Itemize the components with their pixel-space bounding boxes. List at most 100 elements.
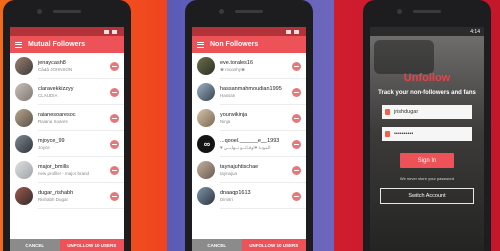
unfollow-button[interactable] (110, 139, 119, 149)
unfollow-button[interactable] (110, 113, 119, 123)
speaker-grille (53, 10, 81, 13)
avatar (15, 135, 33, 153)
list-item[interactable]: dugar_rishabh Rishabh Dugar (10, 183, 124, 209)
app-bar: Mutual Followers (10, 36, 124, 53)
list-item[interactable]: hassanmahmoudian1995 Hassan (192, 79, 306, 105)
unfollow-button[interactable] (110, 191, 119, 201)
avatar (197, 57, 215, 75)
full-name: Ninja (220, 119, 231, 124)
unfollow-all-button[interactable]: UNFOLLOW 10 USERS (59, 239, 124, 251)
phone-frame-non-followers: Non Followers eve.torales16 ♚ mooshy♚ ha… (185, 0, 313, 251)
battery-icon (294, 29, 299, 34)
minus-icon (294, 169, 299, 171)
switch-account-button[interactable]: Switch Account (380, 188, 474, 204)
hamburger-menu-icon[interactable] (15, 41, 22, 48)
password-field[interactable]: •••••••••• (382, 127, 472, 141)
minus-icon (112, 117, 117, 119)
username: dugar_rishabh (38, 190, 74, 196)
username: taynajuhtischae (220, 164, 259, 170)
divider (38, 208, 124, 209)
user-info: claravekkizzyy CLAUDIA (38, 86, 110, 98)
unfollow-button[interactable] (292, 191, 301, 201)
full-name: ♥ ألمودة ♥اوقـاتــو بــهايــي (220, 144, 271, 150)
list-item[interactable]: eve.torales16 ♚ mooshy♚ (192, 53, 306, 79)
speaker-grille (235, 10, 263, 13)
username: ...qooel.______e__1993 (220, 137, 280, 144)
username-field[interactable]: jrishdugar (382, 105, 472, 119)
user-info: ...qooel.______e__1993 ♥ ألمودة ♥اوقـاتـ… (220, 138, 292, 151)
status-bar (192, 27, 306, 36)
unfollow-button[interactable] (292, 61, 301, 71)
username-value: jrishdugar (394, 109, 419, 115)
app-logo-text: Unfollow (403, 72, 451, 84)
unfollow-button[interactable] (110, 61, 119, 71)
list-item[interactable]: claravekkizzyy CLAUDIA (10, 79, 124, 105)
avatar (15, 83, 33, 101)
user-info: dugar_rishabh Rishabh Dugar (38, 190, 110, 202)
avatar (15, 187, 33, 205)
privacy-note: We never store your password (399, 176, 455, 181)
status-time: 4:14 (470, 28, 480, 35)
minus-icon (294, 143, 299, 145)
screen-non-followers: Non Followers eve.torales16 ♚ mooshy♚ ha… (192, 27, 306, 251)
cancel-button[interactable]: CANCEL (192, 239, 242, 251)
user-info: dnaaqp1613 Dimitri (220, 190, 292, 202)
signal-icon (104, 29, 109, 34)
unfollow-all-button[interactable]: UNFOLLOW 10 USERS (241, 239, 306, 251)
minus-icon (112, 143, 117, 145)
user-info: eve.torales16 ♚ mooshy♚ (220, 60, 292, 73)
minus-icon (112, 91, 117, 93)
camera-icon (397, 9, 402, 14)
sign-in-button[interactable]: Sign In (400, 153, 454, 168)
list-item[interactable]: dnaaqp1613 Dimitri (192, 183, 306, 209)
avatar (197, 161, 215, 179)
page-title: Non Followers (210, 41, 259, 48)
username: claravekkizzyy (38, 86, 74, 92)
list-item[interactable]: jenaycash8 Cả𝓴ả JOHNSON (10, 53, 124, 79)
user-info: mjoyce_99 Joyce (38, 138, 110, 150)
list-item[interactable]: ∞ ...qooel.______e__1993 ♥ ألمودة ♥اوقـا… (192, 131, 306, 157)
full-name: Joyce (38, 145, 50, 150)
screen-mutual-followers: Mutual Followers jenaycash8 Cả𝓴ả JOHNSON… (10, 27, 124, 251)
avatar (197, 83, 215, 101)
unfollow-button[interactable] (292, 87, 301, 97)
signal-icon (286, 29, 291, 34)
avatar (197, 187, 215, 205)
full-name: Cả𝓴ả JOHNSON (38, 67, 73, 72)
unfollow-button[interactable] (292, 113, 301, 123)
phone-frame-login: 4:14 Unfollow Track your non-followers a… (363, 0, 491, 251)
unfollow-button[interactable] (110, 87, 119, 97)
username: raianesoaresoc (38, 112, 76, 118)
full-name: ♚ mooshy♚ (220, 66, 246, 72)
list-item[interactable]: mjoyce_99 Joyce (10, 131, 124, 157)
lock-icon (385, 131, 390, 137)
screen-login: 4:14 Unfollow Track your non-followers a… (370, 27, 484, 251)
avatar (197, 109, 215, 127)
status-bar (10, 27, 124, 36)
user-info: jenaycash8 Cả𝓴ả JOHNSON (38, 60, 110, 72)
list-item[interactable]: major_bmills new profile! - major brand (10, 157, 124, 183)
unfollow-button[interactable] (292, 139, 301, 149)
full-name: taynajua (220, 171, 238, 176)
full-name: Raiana Soares (38, 119, 68, 124)
user-info: major_bmills new profile! - major brand (38, 164, 110, 176)
phone-frame-mutual: Mutual Followers jenaycash8 Cả𝓴ả JOHNSON… (3, 0, 131, 251)
list-item[interactable]: taynajuhtischae taynajua (192, 157, 306, 183)
list-item[interactable]: raianesoaresoc Raiana Soares (10, 105, 124, 131)
avatar: ∞ (197, 135, 215, 153)
minus-icon (294, 91, 299, 93)
hamburger-menu-icon[interactable] (197, 41, 204, 48)
avatar (15, 57, 33, 75)
full-name: Rishabh Dugar (38, 197, 69, 202)
camera-icon (219, 9, 224, 14)
unfollow-button[interactable] (292, 165, 301, 175)
password-value: •••••••••• (394, 131, 414, 137)
cancel-button[interactable]: CANCEL (10, 239, 60, 251)
user-list: eve.torales16 ♚ mooshy♚ hassanmahmoudian… (192, 53, 306, 239)
full-name: CLAUDIA (38, 93, 58, 98)
user-icon (385, 109, 390, 115)
unfollow-button[interactable] (110, 165, 119, 175)
list-item[interactable]: yourwikinja Ninja (192, 105, 306, 131)
username: mjoyce_99 (38, 138, 65, 144)
username: yourwikinja (220, 112, 248, 118)
